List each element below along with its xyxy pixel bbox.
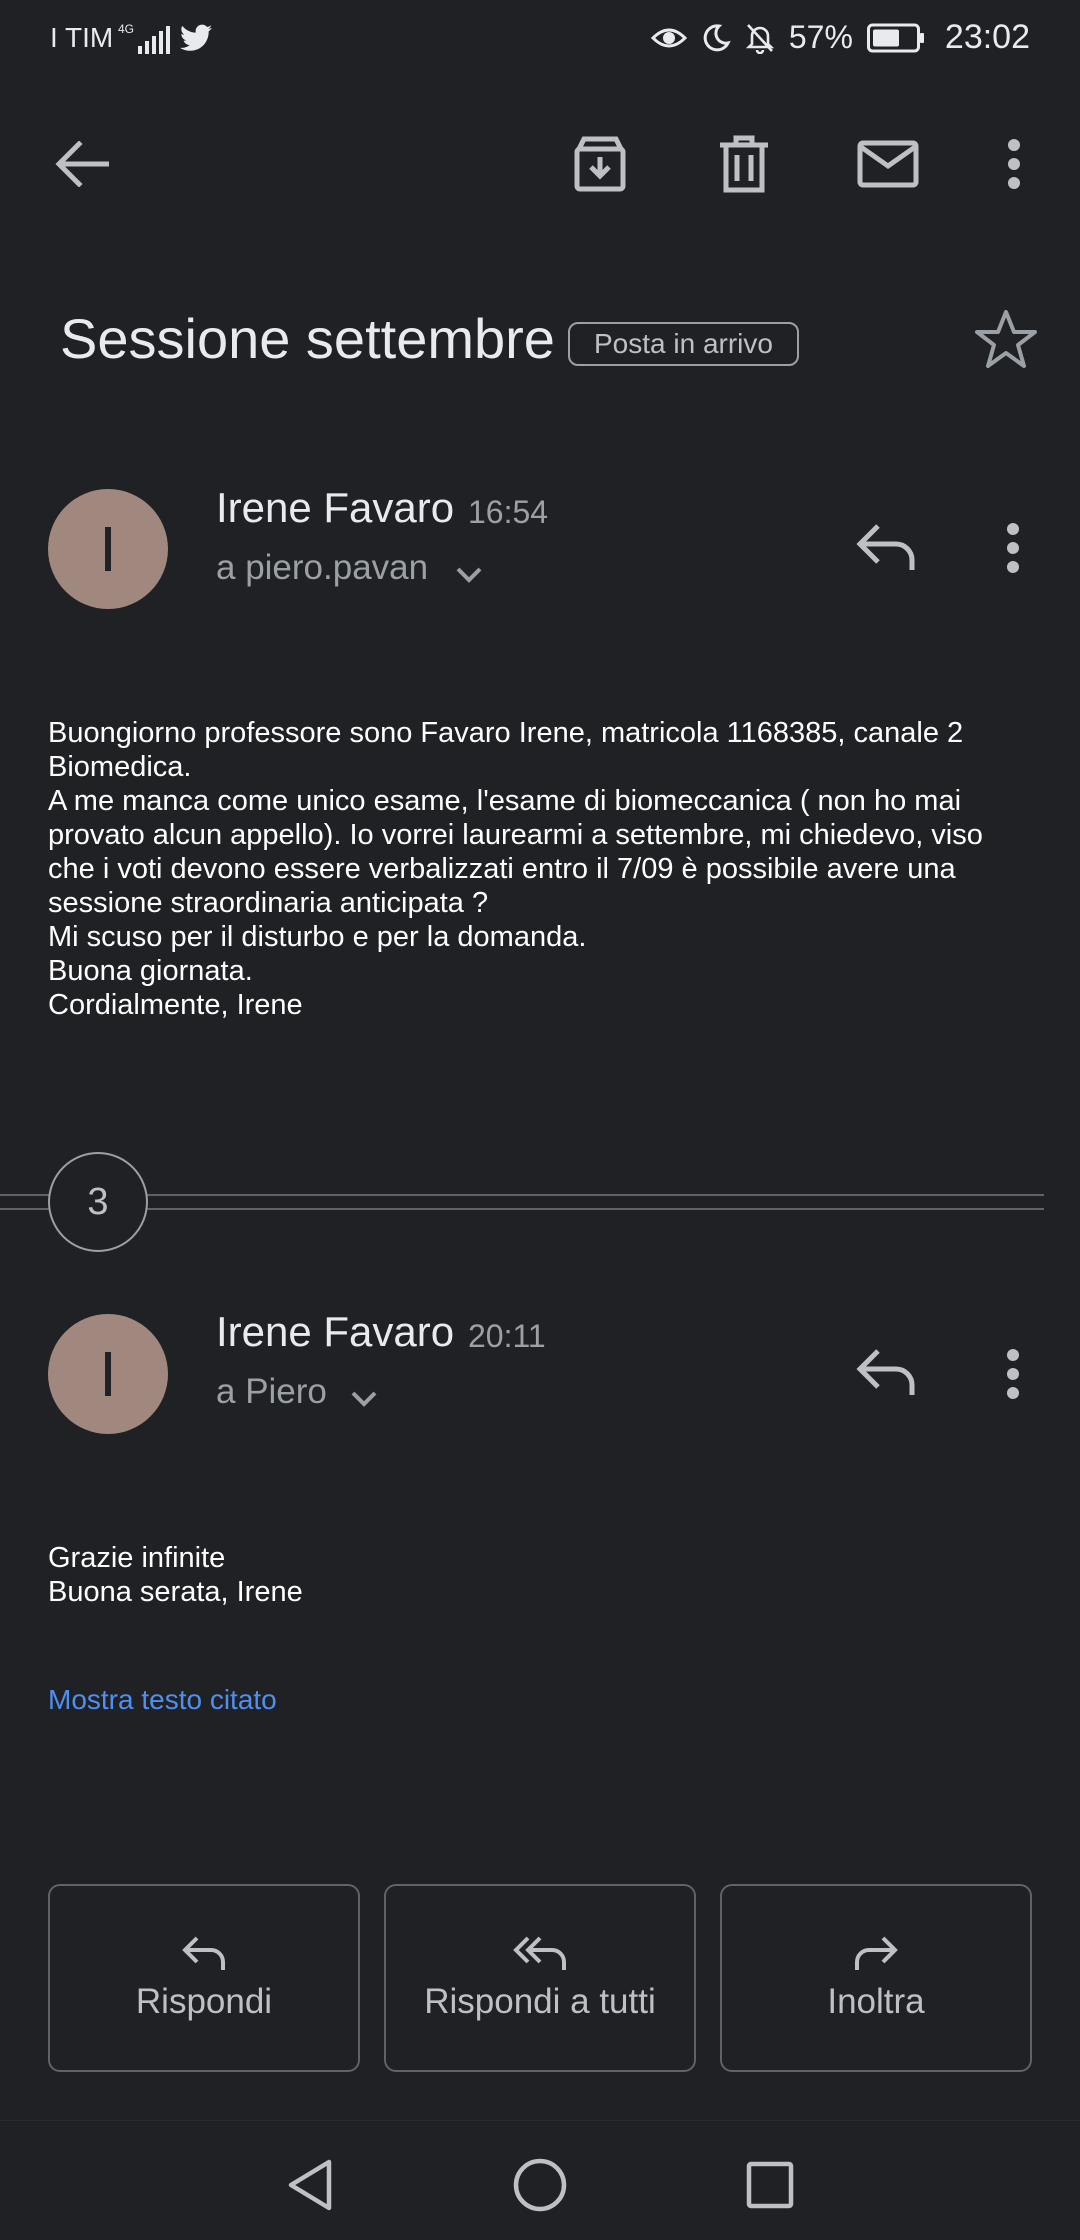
battery-icon [866,23,925,53]
message-more-icon[interactable] [1006,522,1020,574]
reply-icon[interactable] [856,1347,918,1397]
eye-icon [650,24,687,52]
forward-button-label: Inoltra [827,1982,925,2021]
chevron-down-icon[interactable] [350,1390,378,1408]
body-line: Biomedica. [48,751,192,783]
battery-percent: 57% [788,19,853,55]
body-line: Buona serata, Irene [48,1576,303,1608]
star-icon[interactable] [974,308,1038,370]
recipient-line[interactable]: a piero.pavan [216,548,428,588]
reply-button[interactable]: Rispondi [48,1884,360,2072]
more-vert-icon[interactable] [972,122,1056,206]
collapsed-count-badge[interactable]: 3 [48,1152,148,1252]
collapsed-divider-top [0,1194,1044,1196]
subject-title: Sessione settembre [60,307,555,370]
body-line: Cordialmente, Irene [48,989,303,1021]
svg-text:4G: 4G [118,22,134,36]
body-line: sessione straordinaria anticipata ? [48,887,489,919]
reply-all-icon [513,1936,566,1970]
message-time: 20:11 [468,1318,546,1354]
reply-all-button[interactable]: Rispondi a tutti [384,1884,696,2072]
sender-name: Irene Favaro [216,1308,455,1355]
show-quoted-text-link[interactable]: Mostra testo citato [48,1684,277,1716]
reply-all-button-label: Rispondi a tutti [424,1982,656,2021]
archive-icon[interactable] [558,122,642,206]
nav-back-icon[interactable] [270,2145,350,2225]
collapsed-divider-bottom [0,1208,1044,1210]
carrier-name: I TIM [50,22,114,53]
avatar[interactable]: I [48,489,168,609]
moon-icon [701,23,731,53]
body-line: Buongiorno professore sono Favaro Irene,… [48,717,964,749]
clock: 23:02 [944,18,1030,56]
nav-home-icon[interactable] [500,2145,580,2225]
body-line: provato alcun appello). Io vorrei laurea… [48,819,983,851]
trash-icon[interactable] [702,122,786,206]
inbox-label-chip[interactable]: Posta in arrivo [568,322,799,366]
sender-name: Irene Favaro [216,484,455,531]
twitter-icon [180,24,212,52]
chevron-down-icon[interactable] [455,566,483,584]
avatar[interactable]: I [48,1314,168,1434]
reply-icon[interactable] [856,522,918,572]
bell-off-icon [745,22,775,54]
forward-icon [855,1936,898,1970]
reply-icon [182,1936,225,1970]
body-line: Grazie infinite [48,1542,226,1574]
body-line: Buona giornata. [48,955,253,987]
message-more-icon[interactable] [1006,1348,1020,1400]
body-line: A me manca come unico esame, l'esame di … [48,785,962,817]
message-time: 16:54 [468,494,549,530]
nav-recents-icon[interactable] [730,2145,810,2225]
recipient-line[interactable]: a Piero [216,1372,327,1412]
back-arrow-icon[interactable] [40,122,124,206]
body-line: che i voti devono essere verbalizzati en… [48,853,956,885]
forward-button[interactable]: Inoltra [720,1884,1032,2072]
reply-button-label: Rispondi [135,1982,273,2021]
message-body: Grazie infinite Buona serata, Irene [48,1541,1038,1609]
signal-icon: 4G [118,22,178,56]
message-body: Buongiorno professore sono Favaro Irene,… [48,716,1038,1022]
body-line: Mi scuso per il disturbo e per la domand… [48,921,587,953]
mail-icon[interactable] [846,122,930,206]
